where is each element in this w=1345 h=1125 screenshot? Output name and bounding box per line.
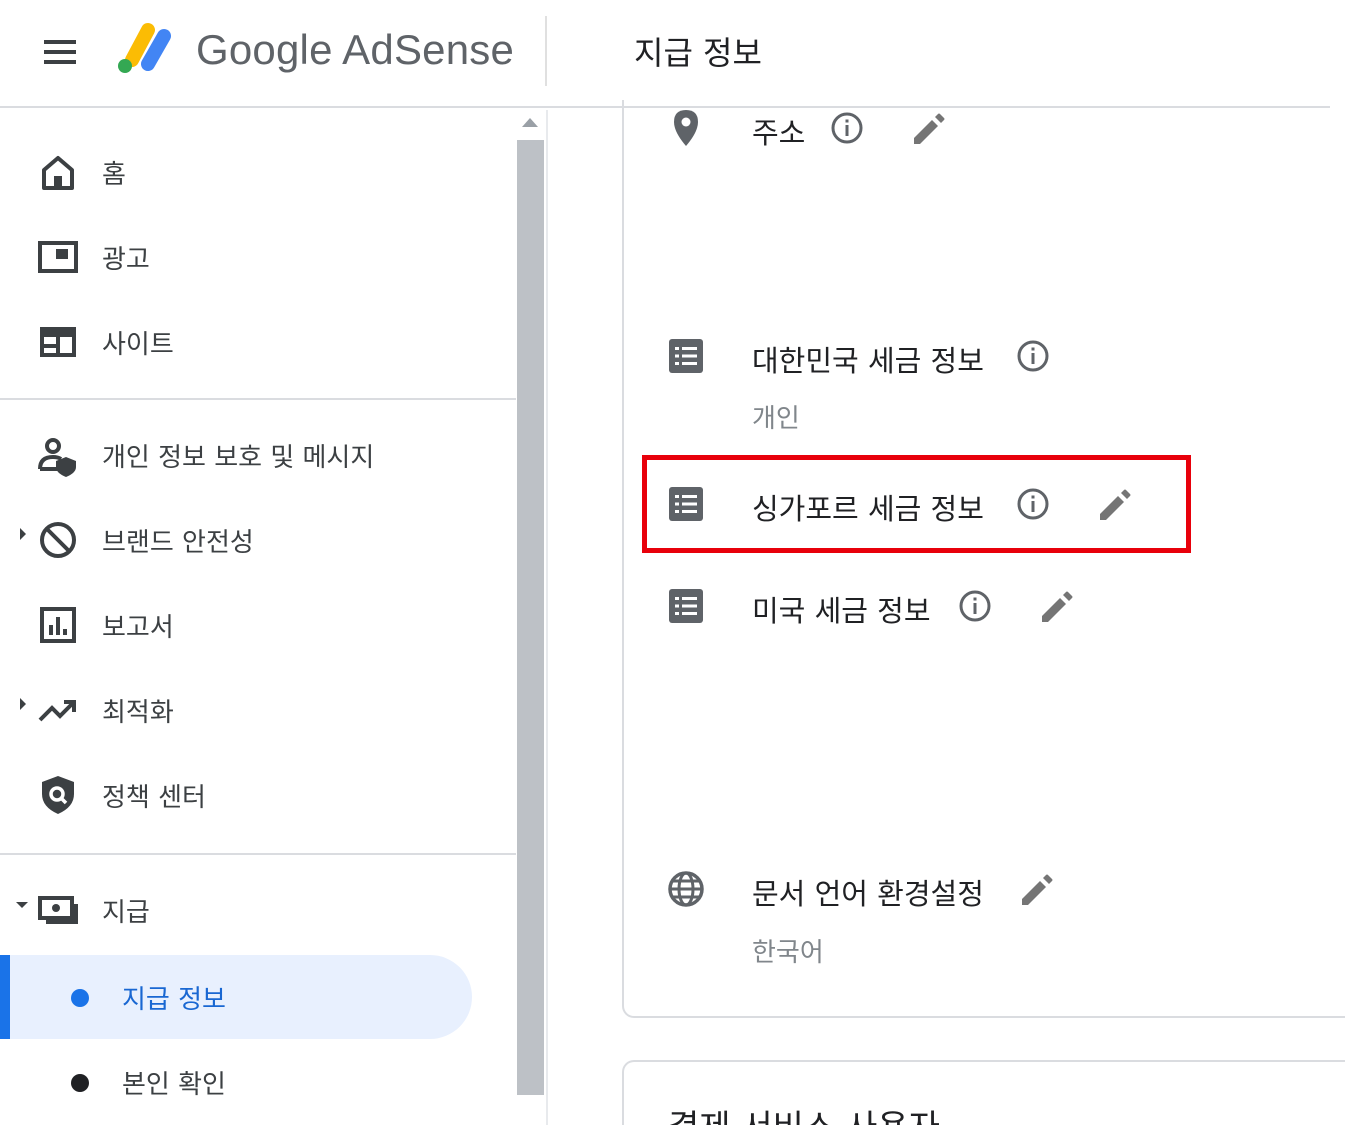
sidebar-divider (0, 853, 516, 855)
adsense-logo[interactable] (114, 20, 180, 76)
sites-icon (40, 327, 76, 357)
globe-icon (668, 871, 704, 907)
sidebar-item-policy-center[interactable]: 정책 센터 (0, 755, 516, 835)
info-icon[interactable] (1016, 487, 1050, 521)
trending-up-icon (38, 700, 76, 722)
sidebar-divider (0, 398, 516, 400)
scroll-up-arrow-icon[interactable] (522, 118, 538, 127)
page-title: 지급 정보 (634, 34, 762, 72)
top-app-bar: Google AdSense 지급 정보 (0, 0, 1330, 108)
main-menu-button[interactable] (36, 30, 84, 74)
location-pin-icon (674, 110, 698, 146)
document-language-value: 한국어 (752, 938, 824, 968)
payments-users-title: 결제 서비스 사용자 (668, 1100, 940, 1125)
info-icon[interactable] (830, 111, 864, 145)
sidebar-item-payments[interactable]: 지급 (0, 870, 516, 950)
bullet-dot-icon (71, 1074, 89, 1092)
header-divider (545, 16, 547, 86)
reports-icon (40, 607, 76, 643)
collapse-caret-icon[interactable] (16, 902, 28, 908)
us-tax-info-label: 미국 세금 정보 (752, 594, 931, 628)
sidebar-item-label: 지급 (102, 898, 150, 928)
sidebar-item-label: 사이트 (102, 330, 174, 360)
sidebar-item-privacy-messaging[interactable]: 개인 정보 보호 및 메시지 (0, 415, 516, 495)
policy-shield-icon (42, 776, 74, 814)
sidebar-item-optimization[interactable]: 최적화 (0, 670, 516, 750)
ads-icon (38, 241, 78, 273)
edit-pencil-icon[interactable] (1038, 588, 1076, 626)
sidebar-item-label: 홈 (102, 160, 126, 190)
sidebar-item-sites[interactable]: 사이트 (0, 302, 516, 382)
sidebar-subitem-payment-info[interactable]: 지급 정보 (0, 955, 472, 1039)
privacy-messaging-icon (38, 438, 76, 477)
info-icon[interactable] (1016, 339, 1050, 373)
home-icon (42, 156, 74, 190)
edit-pencil-icon[interactable] (1018, 871, 1056, 909)
edit-pencil-icon[interactable] (1096, 486, 1134, 524)
document-language-label: 문서 언어 환경설정 (752, 877, 984, 911)
sidebar-item-label: 보고서 (102, 613, 174, 643)
sidebar-item-home[interactable]: 홈 (0, 132, 516, 212)
sidebar-item-label: 광고 (102, 245, 150, 275)
list-icon (669, 589, 703, 623)
sidebar-subitem-label: 본인 확인 (122, 1070, 226, 1100)
sidebar-subitem-verification[interactable]: 본인 확인 (0, 1040, 472, 1124)
sidebar: 홈 광고 사이트 개인 정보 보호 및 메시지 브랜드 안전성 보고서 최적화 … (0, 110, 516, 1125)
sidebar-item-label: 개인 정보 보호 및 메시지 (102, 443, 375, 473)
sidebar-item-label: 최적화 (102, 698, 174, 728)
sidebar-item-ads[interactable]: 광고 (0, 217, 516, 297)
list-icon (669, 339, 703, 373)
korea-tax-info-label: 대한민국 세금 정보 (752, 344, 984, 378)
expand-caret-icon[interactable] (20, 698, 26, 710)
sidebar-item-label: 정책 센터 (102, 783, 206, 813)
brand-name: Google AdSense (196, 26, 515, 73)
bullet-dot-icon (71, 989, 89, 1007)
sidebar-subitem-label: 지급 정보 (122, 985, 226, 1015)
address-label: 주소 (752, 116, 806, 150)
singapore-tax-info-label: 싱가포르 세금 정보 (752, 492, 984, 526)
expand-caret-icon[interactable] (20, 528, 26, 540)
block-icon (40, 522, 76, 558)
hamburger-line (44, 50, 76, 54)
list-icon (669, 487, 703, 521)
content-divider (546, 110, 548, 1125)
korea-tax-type-value: 개인 (752, 404, 800, 434)
hamburger-menu-icon (44, 40, 76, 44)
payments-icon (38, 896, 78, 924)
edit-pencil-icon[interactable] (910, 110, 948, 148)
info-icon[interactable] (958, 589, 992, 623)
sidebar-item-label: 브랜드 안전성 (102, 528, 254, 558)
sidebar-item-reports[interactable]: 보고서 (0, 585, 516, 665)
sidebar-scrollbar-thumb[interactable] (517, 140, 544, 1095)
hamburger-line (44, 60, 76, 64)
sidebar-item-brand-safety[interactable]: 브랜드 안전성 (0, 500, 516, 580)
